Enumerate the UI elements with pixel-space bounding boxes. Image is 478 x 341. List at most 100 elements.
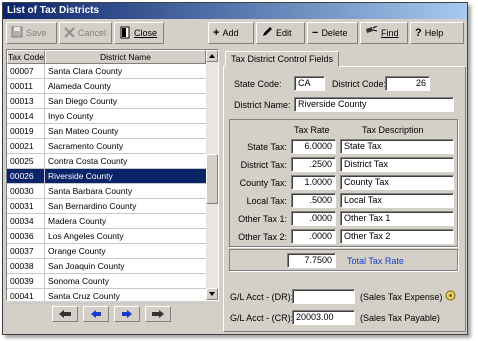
hand-last-icon: [152, 310, 164, 318]
state-code-label: State Code:: [234, 79, 282, 89]
grid-rows: 00007 Santa Clara County 00011 Alameda Coun…: [7, 64, 206, 304]
find-button[interactable]: Find: [360, 22, 408, 44]
tax-rate-field[interactable]: 6.0000: [291, 139, 336, 154]
tax-rate-field[interactable]: .0000: [291, 211, 336, 226]
district-name-cell: Inyo County: [48, 111, 94, 121]
tax-description-field[interactable]: State Tax: [340, 139, 454, 154]
table-row[interactable]: 00021 Sacramento County: [7, 139, 206, 154]
window-title: List of Tax Districts: [3, 3, 467, 19]
district-name-cell: Riverside County: [45, 169, 206, 183]
close-label: Close: [134, 28, 158, 38]
total-tax-rate-label: Total Tax Rate: [347, 256, 404, 266]
district-name-cell: Orange County: [48, 246, 106, 256]
tax-label: County Tax:: [239, 178, 287, 188]
hand-first-icon: [59, 310, 71, 318]
save-button[interactable]: Save: [6, 22, 57, 44]
district-name-cell: Sonoma County: [48, 276, 109, 286]
close-button[interactable]: Close: [114, 22, 164, 44]
arrow-right-icon: [122, 310, 132, 318]
minus-icon: −: [312, 27, 319, 39]
tax-code-cell: 00030: [7, 184, 45, 198]
table-row[interactable]: 00037 Orange County: [7, 244, 206, 259]
tax-rate-field[interactable]: .2500: [291, 157, 336, 172]
cancel-button[interactable]: Cancel: [59, 22, 112, 44]
table-row[interactable]: 00034 Madera County: [7, 214, 206, 229]
district-code-field[interactable]: 26: [385, 76, 430, 91]
delete-button[interactable]: − Delete: [307, 22, 358, 44]
table-row[interactable]: 00007 Santa Clara County: [7, 64, 206, 79]
scroll-down-button[interactable]: [206, 288, 218, 300]
tax-description-field[interactable]: County Tax: [340, 175, 454, 190]
tax-description-field[interactable]: Other Tax 2: [340, 229, 454, 244]
gl-credit-field[interactable]: 20003.00: [292, 310, 355, 325]
grid-header: Tax Code District Name: [7, 50, 206, 64]
table-row[interactable]: 00041 Santa Cruz County: [7, 289, 206, 304]
table-row[interactable]: 00014 Inyo County: [7, 109, 206, 124]
tax-code-cell: 00026: [7, 169, 45, 183]
tax-code-cell: 00031: [7, 199, 45, 213]
help-button[interactable]: ? Help: [410, 22, 464, 44]
table-row[interactable]: 00011 Alameda County: [7, 79, 206, 94]
tax-rate-field[interactable]: 1.0000: [291, 175, 336, 190]
tax-code-cell: 00036: [7, 229, 45, 243]
table-row[interactable]: 00025 Contra Costa County: [7, 154, 206, 169]
tax-code-cell: 00039: [7, 274, 45, 288]
table-row[interactable]: 00019 San Mateo County: [7, 124, 206, 139]
tax-code-cell: 00025: [7, 154, 45, 168]
first-record-button[interactable]: [52, 306, 78, 322]
district-name-cell: San Diego County: [48, 96, 117, 106]
table-row[interactable]: 00031 San Bernardino County: [7, 199, 206, 214]
tax-label: State Tax:: [247, 142, 287, 152]
last-record-button[interactable]: [145, 306, 171, 322]
district-name-cell: San Mateo County: [48, 126, 119, 136]
table-row[interactable]: 00039 Sonoma County: [7, 274, 206, 289]
control-fields-panel: State Code: CA District Code: 26 Distric…: [223, 66, 466, 332]
state-code-field[interactable]: CA: [294, 76, 325, 91]
district-name-field[interactable]: Riverside County: [294, 97, 454, 112]
door-icon: [119, 26, 131, 41]
tax-code-cell: 00007: [7, 64, 45, 78]
tax-label: District Tax:: [240, 160, 287, 170]
tax-rate-field[interactable]: .0000: [291, 229, 336, 244]
tax-rate-field[interactable]: .5000: [291, 193, 336, 208]
grid-scrollbar[interactable]: [206, 50, 218, 300]
previous-record-button[interactable]: [83, 306, 109, 322]
tax-code-cell: 00013: [7, 94, 45, 108]
district-name-cell: Santa Barbara County: [48, 186, 133, 196]
tab-control-fields[interactable]: Tax District Control Fields: [225, 51, 340, 67]
tax-district-grid[interactable]: Tax Code District Name 00007 Santa Clara …: [6, 49, 219, 304]
cancel-label: Cancel: [78, 28, 107, 38]
tax-code-cell: 00021: [7, 139, 45, 153]
arrow-left-icon: [91, 310, 101, 318]
tax-description-field[interactable]: District Tax: [340, 157, 454, 172]
tax-code-cell: 00011: [7, 79, 45, 93]
tax-code-cell: 00019: [7, 124, 45, 138]
table-row[interactable]: 00036 Los Angeles County: [7, 229, 206, 244]
edit-button[interactable]: Edit: [256, 22, 305, 44]
gl-credit-label: G/L Acct - (CR):: [230, 313, 294, 323]
tax-code-cell: 00014: [7, 109, 45, 123]
tax-label: Local Tax:: [246, 196, 287, 206]
table-row[interactable]: 00026 Riverside County: [7, 169, 206, 184]
table-row[interactable]: 00013 San Diego County: [7, 94, 206, 109]
scroll-up-button[interactable]: [206, 50, 218, 62]
scroll-thumb[interactable]: [206, 154, 218, 204]
header-district-name[interactable]: District Name: [45, 50, 206, 64]
floppy-disk-icon: [11, 26, 23, 40]
add-button[interactable]: + Add: [208, 22, 254, 44]
tax-code-cell: 00041: [7, 289, 45, 303]
table-row[interactable]: 00038 San Joaquin County: [7, 259, 206, 274]
next-record-button[interactable]: [114, 306, 140, 322]
tax-code-cell: 00038: [7, 259, 45, 273]
tax-description-field[interactable]: Local Tax: [340, 193, 454, 208]
header-tax-code[interactable]: Tax Code: [7, 50, 45, 64]
district-name-cell: Los Angeles County: [48, 231, 124, 241]
tax-label: Other Tax 2:: [238, 232, 287, 242]
district-name-cell: Santa Clara County: [48, 66, 123, 76]
lookup-icon[interactable]: [445, 290, 456, 303]
tax-description-field[interactable]: Other Tax 1: [340, 211, 454, 226]
district-name-label: District Name:: [234, 100, 291, 110]
gl-debit-field[interactable]: [292, 289, 355, 304]
edit-label: Edit: [276, 28, 292, 38]
table-row[interactable]: 00030 Santa Barbara County: [7, 184, 206, 199]
